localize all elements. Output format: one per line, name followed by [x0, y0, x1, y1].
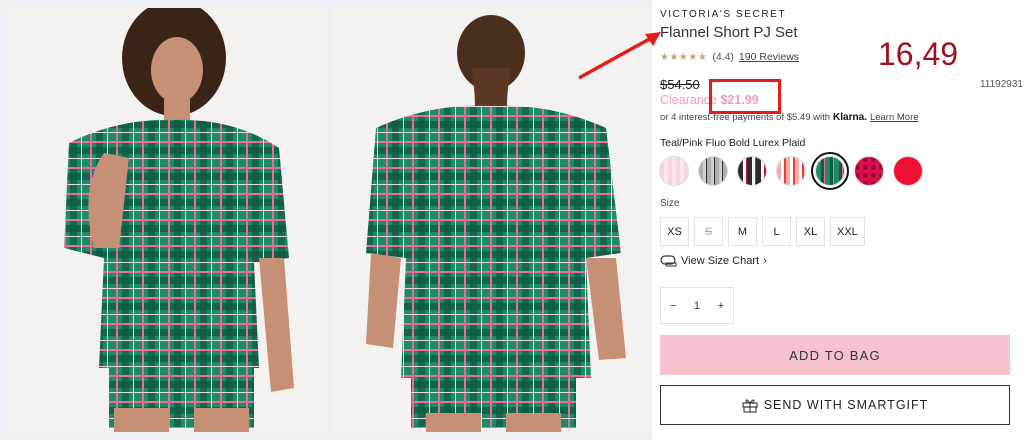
- swatch-black-white-plaid[interactable]: [737, 156, 767, 186]
- size-xs[interactable]: XS: [660, 217, 689, 246]
- smartgift-label: SEND WITH SMARTGIFT: [763, 398, 929, 412]
- add-to-bag-button[interactable]: ADD TO BAG: [660, 335, 1010, 375]
- reviews-link[interactable]: 190 Reviews: [739, 51, 799, 63]
- size-chart-link[interactable]: View Size Chart ›: [660, 255, 767, 267]
- swatch-red-plaid[interactable]: [776, 156, 806, 186]
- price-highlight-box: [709, 79, 781, 114]
- swatch-teal-pink-plaid[interactable]: [811, 152, 849, 190]
- swatch-pink-dot[interactable]: [854, 156, 884, 186]
- color-swatches: [659, 152, 923, 190]
- gift-icon: [742, 398, 758, 413]
- star-rating-icon: ★★★★★: [660, 51, 708, 63]
- product-info-panel: VICTORIA'S SECRET Flannel Short PJ Set ★…: [652, 0, 1031, 440]
- size-xxl[interactable]: XXL: [830, 217, 865, 246]
- arrow-annotation: [578, 32, 661, 80]
- send-smartgift-button[interactable]: SEND WITH SMARTGIFT: [660, 385, 1010, 425]
- size-s[interactable]: S: [694, 217, 723, 246]
- size-xl[interactable]: XL: [796, 217, 825, 246]
- product-image-front[interactable]: [9, 8, 328, 432]
- qty-increment-button[interactable]: +: [718, 300, 724, 312]
- brand-name: VICTORIA'S SECRET: [660, 9, 787, 20]
- qty-value[interactable]: 1: [694, 300, 700, 312]
- size-l[interactable]: L: [762, 217, 791, 246]
- size-label: Size: [660, 198, 680, 209]
- size-m[interactable]: M: [728, 217, 757, 246]
- size-options: XS S M L XL XXL: [660, 217, 865, 246]
- rating-value: (4.4): [712, 51, 734, 63]
- rating-row: ★★★★★ (4.4) 190 Reviews: [660, 51, 799, 63]
- product-title: Flannel Short PJ Set: [660, 24, 798, 41]
- klarna-row: or 4 interest-free payments of $5.49 wit…: [660, 112, 919, 123]
- klarna-learn-more-link[interactable]: Learn More: [870, 112, 919, 123]
- klarna-logo: Klarna.: [833, 112, 867, 123]
- product-sku: 11192931: [979, 79, 1023, 90]
- swatch-red[interactable]: [893, 156, 923, 186]
- original-price: $54.50: [660, 77, 700, 92]
- chevron-right-icon: ›: [763, 255, 767, 267]
- swatch-grey-plaid[interactable]: [698, 156, 728, 186]
- quantity-stepper: − 1 +: [660, 287, 734, 324]
- qty-decrement-button[interactable]: −: [670, 300, 676, 312]
- annotation-number: 16,49: [878, 36, 959, 72]
- swatch-pink-stripe[interactable]: [659, 156, 689, 186]
- size-chart-label: View Size Chart: [681, 255, 760, 267]
- measuring-tape-icon: [660, 255, 677, 267]
- model-front-illustration: [64, 8, 294, 432]
- product-page: VICTORIA'S SECRET Flannel Short PJ Set ★…: [0, 0, 1031, 440]
- color-name: Teal/Pink Fluo Bold Lurex Plaid: [660, 137, 806, 149]
